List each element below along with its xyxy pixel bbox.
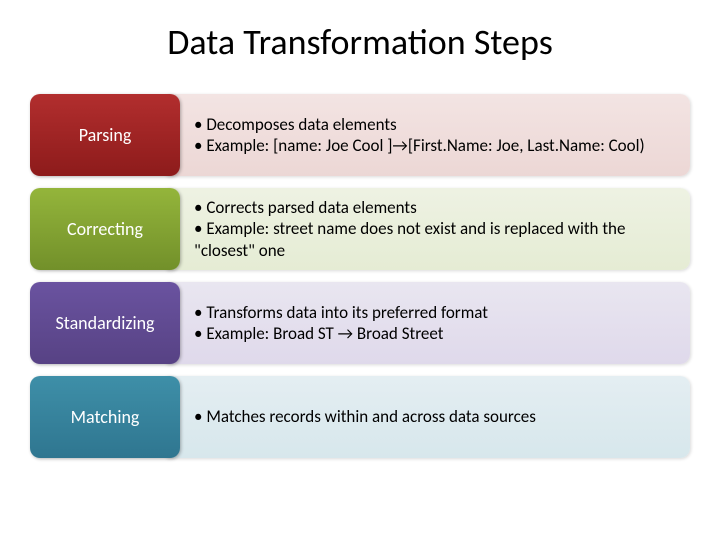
step-content: Corrects parsed data elements Example: s… [166, 188, 690, 270]
page-title: Data Transformation Steps [30, 20, 690, 64]
step-bullet: Transforms data into its preferred forma… [194, 302, 488, 323]
step-label: Parsing [30, 94, 180, 176]
step-bullet: Matches records within and across data s… [194, 406, 536, 427]
step-bullet: Example: Broad ST → Broad Street [194, 323, 488, 344]
step-row-matching: Matching Matches records within and acro… [30, 376, 690, 458]
step-content: Matches records within and across data s… [166, 376, 690, 458]
step-label: Matching [30, 376, 180, 458]
step-row-standardizing: Standardizing Transforms data into its p… [30, 282, 690, 364]
step-content: Transforms data into its preferred forma… [166, 282, 690, 364]
step-bullet: Corrects parsed data elements [194, 197, 676, 218]
step-label: Correcting [30, 188, 180, 270]
step-row-correcting: Correcting Corrects parsed data elements… [30, 188, 690, 270]
step-bullet: Example: street name does not exist and … [194, 218, 676, 261]
step-label: Standardizing [30, 282, 180, 364]
step-content: Decomposes data elements Example: [name:… [166, 94, 690, 176]
step-row-parsing: Parsing Decomposes data elements Example… [30, 94, 690, 176]
step-bullet: Decomposes data elements [194, 114, 645, 135]
steps-container: Parsing Decomposes data elements Example… [30, 94, 690, 458]
step-bullet: Example: [name: Joe Cool ]→[First.Name: … [194, 135, 645, 156]
